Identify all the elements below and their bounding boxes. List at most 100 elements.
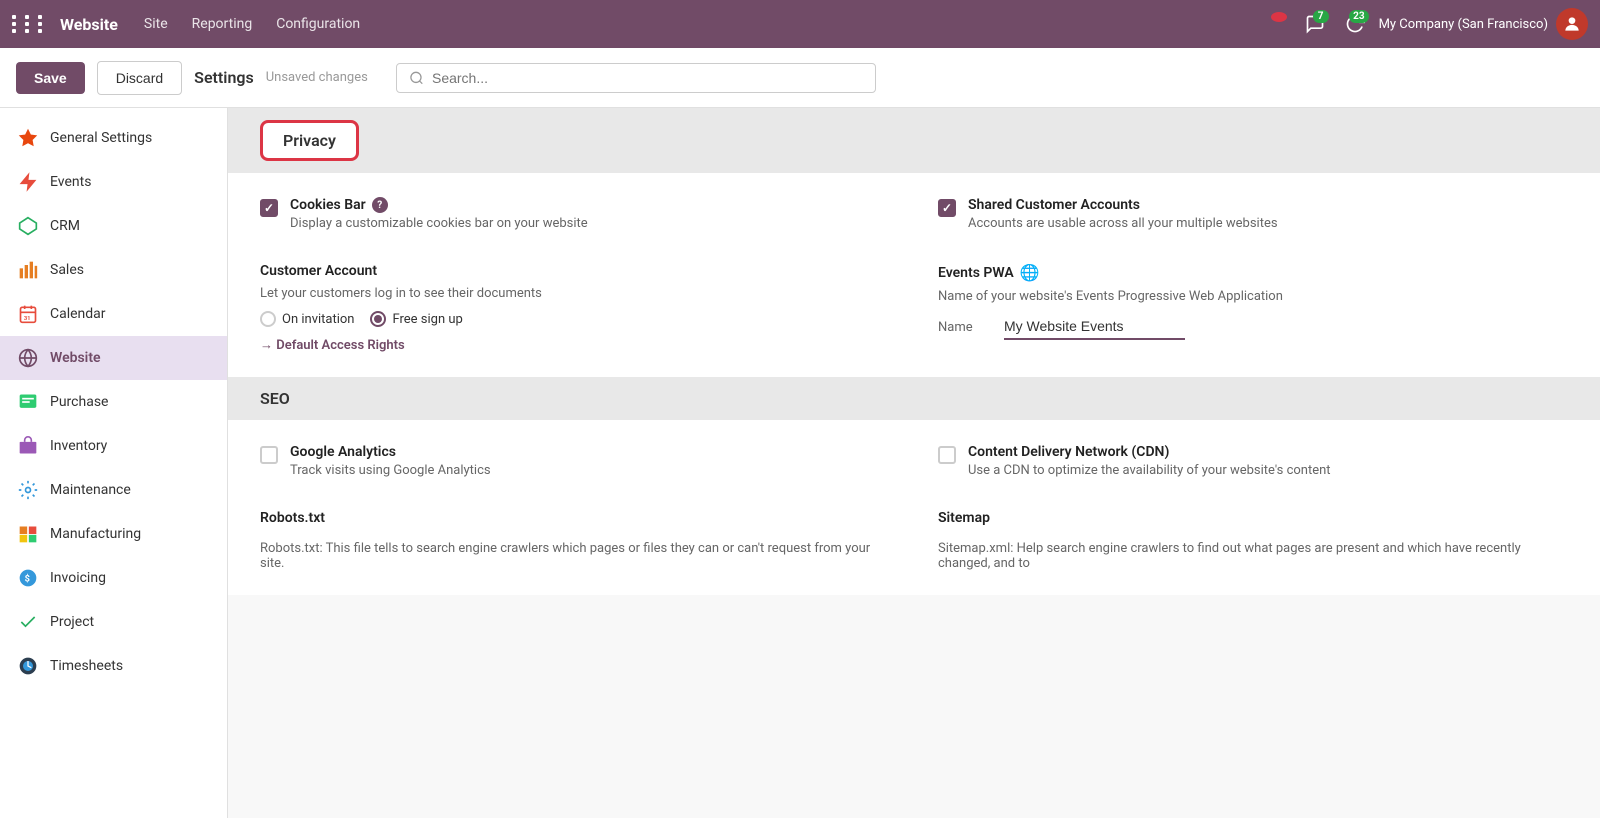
google-analytics-setting: Google Analytics Track visits using Goog… [260, 444, 890, 478]
search-bar[interactable] [396, 63, 876, 93]
page-title: Settings [194, 68, 254, 87]
sidebar-item-events[interactable]: Events [0, 160, 227, 204]
customer-account-setting: Customer Account Let your customers log … [260, 263, 890, 353]
shared-accounts-desc: Accounts are usable across all your mult… [968, 216, 1568, 231]
cookies-bar-title: Cookies Bar ? [290, 197, 890, 213]
checkbox-check-icon: ✓ [264, 201, 274, 215]
sidebar-label-manufacturing: Manufacturing [50, 526, 141, 542]
inventory-icon [16, 434, 40, 458]
customer-account-options: On invitation Free sign up [260, 311, 463, 327]
seo-settings-grid: Google Analytics Track visits using Goog… [228, 420, 1600, 595]
radio-inner-free [374, 315, 382, 323]
sidebar-label-calendar: Calendar [50, 306, 106, 322]
nav-item-configuration[interactable]: Configuration [266, 12, 370, 36]
nav-item-reporting[interactable]: Reporting [182, 12, 263, 36]
calendar-icon: 31 [16, 302, 40, 326]
timesheets-icon [16, 654, 40, 678]
company-name[interactable]: My Company (San Francisco) [1379, 17, 1548, 32]
sidebar-item-website[interactable]: Website [0, 336, 227, 380]
events-pwa-title: Events PWA 🌐 [938, 263, 1040, 282]
privacy-title: Privacy [260, 120, 359, 161]
sidebar-item-purchase[interactable]: Purchase [0, 380, 227, 424]
cookies-bar-checkbox[interactable]: ✓ [260, 199, 278, 217]
seo-section-header: SEO [228, 377, 1600, 420]
sidebar-item-general-settings[interactable]: General Settings [0, 116, 227, 160]
privacy-settings-grid: ✓ Cookies Bar ? Display a customizable c… [228, 173, 1600, 377]
user-avatar[interactable] [1556, 8, 1588, 40]
manufacturing-icon [16, 522, 40, 546]
sidebar-label-timesheets: Timesheets [50, 658, 123, 674]
sidebar-item-maintenance[interactable]: Maintenance [0, 468, 227, 512]
default-access-rights-link[interactable]: → Default Access Rights [260, 337, 405, 353]
cookies-bar-setting: ✓ Cookies Bar ? Display a customizable c… [260, 197, 890, 231]
crm-icon [16, 214, 40, 238]
google-analytics-checkbox[interactable] [260, 446, 278, 464]
updates-button[interactable]: 23 [1339, 8, 1371, 40]
google-analytics-title: Google Analytics [290, 444, 890, 460]
sidebar-item-manufacturing[interactable]: Manufacturing [0, 512, 227, 556]
sidebar-label-maintenance: Maintenance [50, 482, 131, 498]
google-analytics-desc: Track visits using Google Analytics [290, 463, 890, 478]
cdn-setting: Content Delivery Network (CDN) Use a CDN… [938, 444, 1568, 478]
events-pwa-desc: Name of your website's Events Progressiv… [938, 289, 1283, 304]
cdn-content: Content Delivery Network (CDN) Use a CDN… [968, 444, 1568, 478]
sidebar-item-project[interactable]: Project [0, 600, 227, 644]
radio-option-invitation[interactable]: On invitation [260, 311, 354, 327]
sidebar-label-purchase: Purchase [50, 394, 108, 410]
sidebar-label-sales: Sales [50, 262, 84, 278]
status-dot [1259, 8, 1291, 40]
website-icon [16, 346, 40, 370]
events-pwa-setting: Events PWA 🌐 Name of your website's Even… [938, 263, 1568, 353]
cookies-help-icon[interactable]: ? [372, 197, 388, 213]
general-settings-icon [16, 126, 40, 150]
sitemap-desc: Sitemap.xml: Help search engine crawlers… [938, 541, 1568, 571]
brand-name[interactable]: Website [60, 15, 118, 34]
messages-button[interactable]: 7 [1299, 8, 1331, 40]
maintenance-icon [16, 478, 40, 502]
content-area: Privacy ✓ Cookies Bar ? Display a custom… [228, 108, 1600, 818]
top-navigation: Website Site Reporting Configuration 7 2… [0, 0, 1600, 48]
robots-txt-desc: Robots.txt: This file tells to search en… [260, 541, 890, 571]
customer-account-title: Customer Account [260, 263, 377, 279]
cookies-bar-desc: Display a customizable cookies bar on yo… [290, 216, 890, 231]
shared-accounts-title: Shared Customer Accounts [968, 197, 1568, 213]
nav-item-site[interactable]: Site [134, 12, 178, 36]
cdn-checkbox[interactable] [938, 446, 956, 464]
sidebar-item-timesheets[interactable]: Timesheets [0, 644, 227, 688]
main-layout: General Settings Events CRM [0, 108, 1600, 818]
shared-accounts-checkbox[interactable]: ✓ [938, 199, 956, 217]
sales-icon [16, 258, 40, 282]
name-field-label: Name [938, 320, 988, 335]
sidebar: General Settings Events CRM [0, 108, 228, 818]
action-bar: Save Discard Settings Unsaved changes [0, 48, 1600, 108]
cdn-title: Content Delivery Network (CDN) [968, 444, 1568, 460]
cdn-desc: Use a CDN to optimize the availability o… [968, 463, 1568, 478]
sidebar-label-website: Website [50, 350, 101, 366]
sidebar-item-invoicing[interactable]: $ Invoicing [0, 556, 227, 600]
app-grid-icon[interactable] [12, 15, 48, 33]
save-button[interactable]: Save [16, 62, 85, 94]
sidebar-label-inventory: Inventory [50, 438, 107, 454]
nav-right-area: 7 23 My Company (San Francisco) [1259, 8, 1588, 40]
sidebar-label-project: Project [50, 614, 94, 630]
privacy-section-header: Privacy [228, 108, 1600, 173]
sidebar-item-sales[interactable]: Sales [0, 248, 227, 292]
events-pwa-name-input[interactable] [1004, 314, 1185, 340]
invoicing-icon: $ [16, 566, 40, 590]
sidebar-item-calendar[interactable]: 31 Calendar [0, 292, 227, 336]
radio-option-free[interactable]: Free sign up [370, 311, 462, 327]
discard-button[interactable]: Discard [97, 61, 182, 95]
search-input[interactable] [432, 70, 863, 86]
sidebar-item-inventory[interactable]: Inventory [0, 424, 227, 468]
sidebar-label-crm: CRM [50, 218, 80, 234]
shared-accounts-content: Shared Customer Accounts Accounts are us… [968, 197, 1568, 231]
svg-text:31: 31 [24, 316, 31, 322]
sitemap-title: Sitemap [938, 510, 990, 526]
google-analytics-content: Google Analytics Track visits using Goog… [290, 444, 890, 478]
sidebar-item-crm[interactable]: CRM [0, 204, 227, 248]
sitemap-setting: Sitemap Sitemap.xml: Help search engine … [938, 510, 1568, 571]
events-icon [16, 170, 40, 194]
purchase-icon [16, 390, 40, 414]
sidebar-label-general: General Settings [50, 130, 152, 146]
svg-text:$: $ [25, 573, 30, 584]
